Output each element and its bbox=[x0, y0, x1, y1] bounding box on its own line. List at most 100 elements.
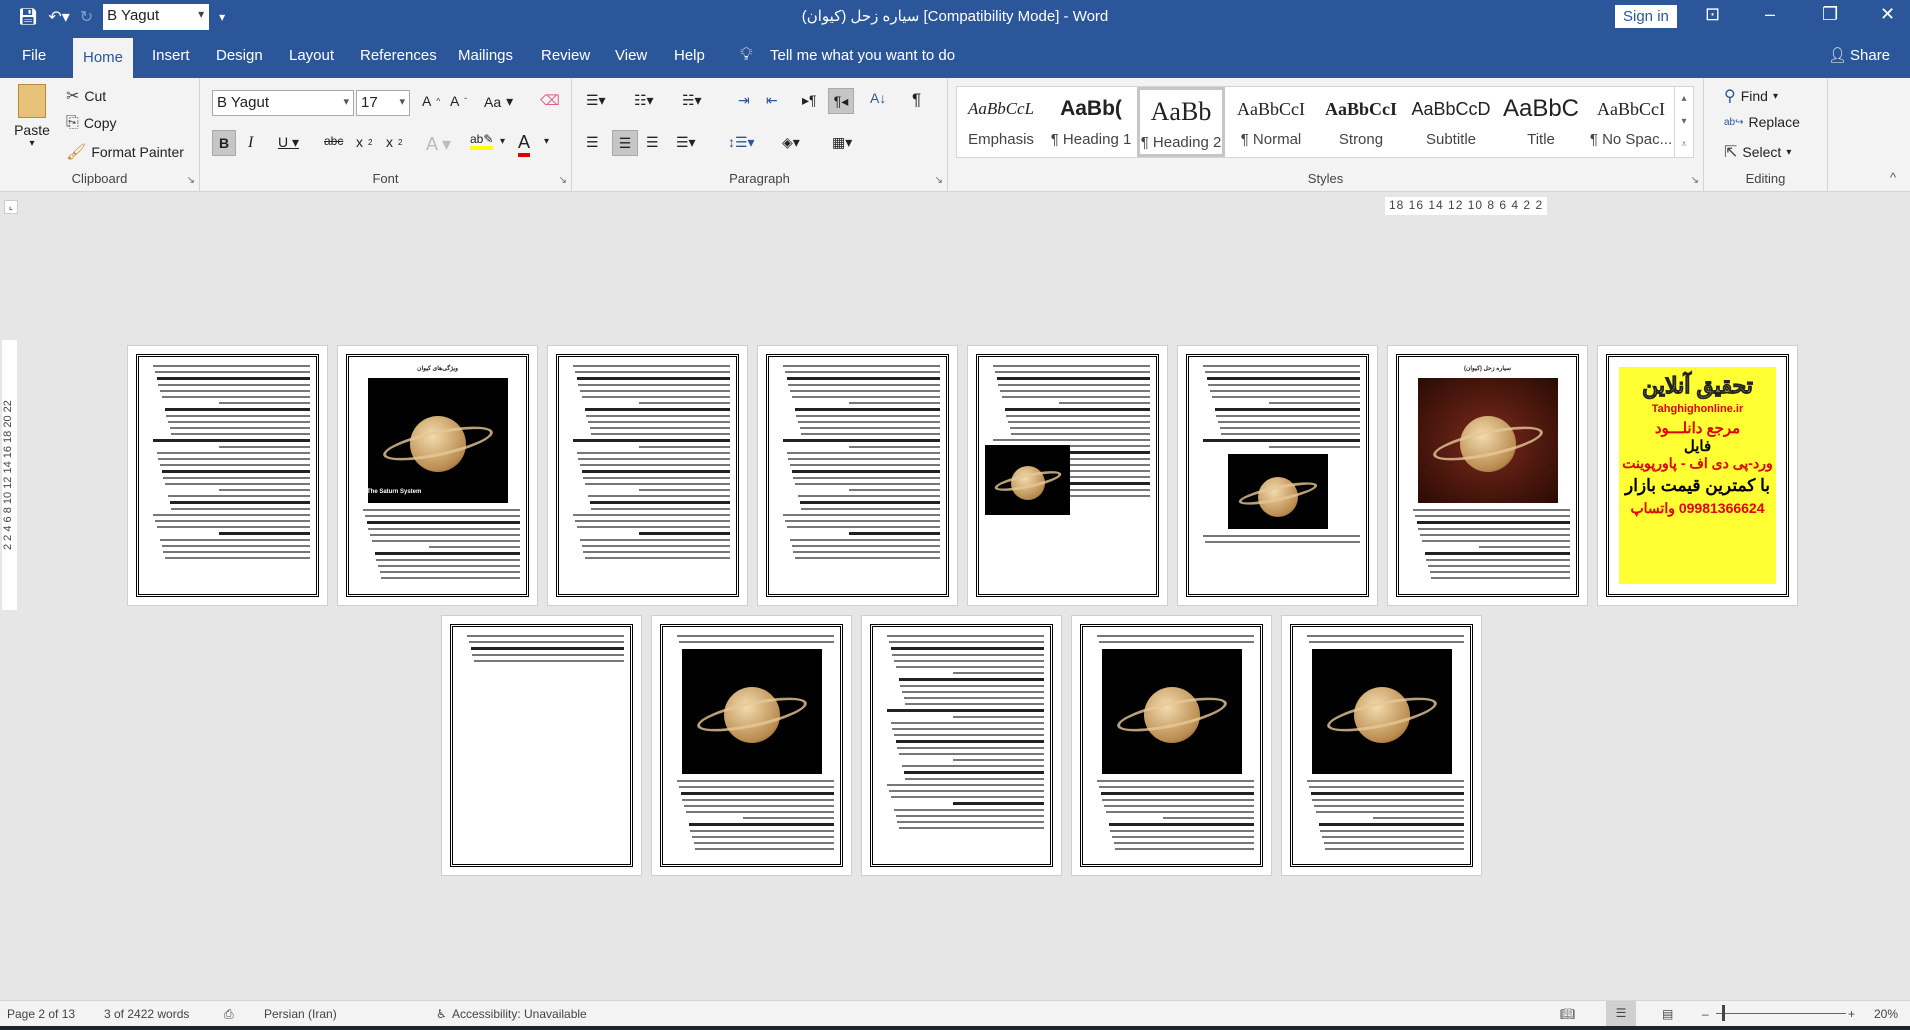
page-thumbnail[interactable]: ویژگی‌های کیوان The Saturn System bbox=[337, 345, 538, 606]
bullets-icon[interactable]: ☰▾ bbox=[586, 92, 606, 109]
style-strong[interactable]: AaBbCcI Strong bbox=[1317, 87, 1405, 157]
align-left-icon[interactable]: ☰ bbox=[586, 134, 599, 151]
page-thumbnail[interactable] bbox=[441, 615, 642, 876]
gallery-scroll[interactable]: ▴ ▾ ⩡ bbox=[1674, 86, 1694, 158]
page-thumbnail[interactable] bbox=[1177, 345, 1378, 606]
tab-home[interactable]: Home bbox=[73, 38, 134, 78]
find-button[interactable]: ⚲ Find ▾ bbox=[1724, 86, 1778, 106]
page-thumbnail[interactable] bbox=[547, 345, 748, 606]
dialog-launcher-icon[interactable]: ↘ bbox=[559, 175, 567, 186]
close-icon[interactable]: ✕ bbox=[1880, 4, 1895, 25]
zoom-slider[interactable] bbox=[1716, 1013, 1846, 1014]
tab-review[interactable]: Review bbox=[531, 34, 600, 78]
cut-button[interactable]: ✂ Cut bbox=[66, 86, 106, 106]
highlight-icon[interactable]: ab✎ bbox=[470, 132, 494, 150]
justify-icon[interactable]: ☰▾ bbox=[676, 134, 696, 151]
bold-button[interactable]: B bbox=[212, 130, 236, 156]
show-marks-icon[interactable]: ¶ bbox=[912, 90, 921, 110]
style-preview: AaBbCcD bbox=[1411, 99, 1491, 119]
restore-icon[interactable]: ❐ bbox=[1822, 4, 1838, 25]
numbering-icon[interactable]: ☷▾ bbox=[634, 92, 654, 109]
proofing-icon[interactable]: ⎙ bbox=[224, 1007, 234, 1022]
tab-file[interactable]: File bbox=[12, 34, 56, 78]
rtl-icon[interactable]: ¶◂ bbox=[828, 88, 854, 114]
decrease-indent-icon[interactable]: ⇥ bbox=[738, 92, 750, 109]
sign-in-button[interactable]: Sign in bbox=[1615, 5, 1677, 28]
style-heading-2[interactable]: AaBb ¶ Heading 2 bbox=[1137, 87, 1225, 157]
style-subtitle[interactable]: AaBbCcD Subtitle bbox=[1407, 87, 1495, 157]
zoom-level[interactable]: 20% bbox=[1874, 1007, 1898, 1021]
superscript-button[interactable]: x2 bbox=[386, 134, 402, 150]
borders-icon[interactable]: ▦▾ bbox=[832, 134, 852, 151]
line-spacing-icon[interactable]: ↕☰▾ bbox=[728, 134, 755, 151]
replace-button[interactable]: ab↪ Replace bbox=[1724, 114, 1800, 130]
zoom-out-button[interactable]: – bbox=[1702, 1007, 1709, 1021]
tab-references[interactable]: References bbox=[350, 34, 447, 78]
paste-button[interactable]: Paste ▾ bbox=[12, 84, 52, 149]
change-case-button[interactable]: Aa ▾ bbox=[484, 93, 513, 110]
dialog-launcher-icon[interactable]: ↘ bbox=[187, 175, 195, 186]
tab-layout[interactable]: Layout bbox=[279, 34, 344, 78]
align-right-icon[interactable]: ☰ bbox=[646, 134, 659, 151]
page-thumbnail[interactable] bbox=[651, 615, 852, 876]
tab-insert[interactable]: Insert bbox=[142, 34, 200, 78]
tab-design[interactable]: Design bbox=[206, 34, 273, 78]
format-painter-button[interactable]: 🖌︎ Format Painter bbox=[66, 142, 184, 162]
word-count[interactable]: 3 of 2422 words bbox=[104, 1007, 189, 1021]
tab-view[interactable]: View bbox=[605, 34, 657, 78]
text-line bbox=[1323, 842, 1464, 844]
page-thumbnail[interactable] bbox=[1281, 615, 1482, 876]
font-color-icon[interactable]: A bbox=[518, 132, 531, 157]
multilevel-list-icon[interactable]: ☵▾ bbox=[682, 92, 702, 109]
ltr-icon[interactable]: ▸¶ bbox=[802, 92, 817, 109]
font-size-combo[interactable]: 17 bbox=[356, 90, 410, 116]
copy-button[interactable]: ⎘ Copy bbox=[66, 114, 117, 132]
page-thumbnail[interactable]: سیاره زحل (کیوان) bbox=[1387, 345, 1588, 606]
style-emphasis[interactable]: AaBbCcL Emphasis bbox=[957, 87, 1045, 157]
strikethrough-button[interactable]: abc bbox=[324, 134, 343, 148]
tell-me-box[interactable]: Tell me what you want to do bbox=[760, 34, 965, 78]
shading-icon[interactable]: ◈▾ bbox=[782, 134, 800, 151]
web-layout-icon[interactable]: ▤ bbox=[1662, 1007, 1673, 1021]
page-thumbnail[interactable] bbox=[757, 345, 958, 606]
align-center-icon[interactable]: ☰ bbox=[612, 130, 638, 156]
read-mode-icon[interactable]: 📖︎ bbox=[1560, 1007, 1575, 1021]
zoom-slider-thumb[interactable] bbox=[1722, 1005, 1725, 1021]
style-no-spac[interactable]: AaBbCcI ¶ No Spac... bbox=[1587, 87, 1675, 157]
page-count[interactable]: Page 2 of 13 bbox=[7, 1007, 75, 1021]
dialog-launcher-icon[interactable]: ↘ bbox=[1691, 175, 1699, 186]
minimize-icon[interactable]: – bbox=[1765, 4, 1775, 25]
collapse-ribbon-icon[interactable]: ^ bbox=[1890, 170, 1896, 185]
page-thumbnail[interactable] bbox=[127, 345, 328, 606]
dialog-launcher-icon[interactable]: ↘ bbox=[935, 175, 943, 186]
underline-button[interactable]: U ▾ bbox=[278, 134, 299, 151]
increase-indent-icon[interactable]: ⇤ bbox=[766, 92, 778, 109]
ribbon-display-icon[interactable]: ⊡ bbox=[1705, 4, 1720, 25]
subscript-button[interactable]: x2 bbox=[356, 134, 372, 150]
grow-font-icon[interactable]: A ^ bbox=[422, 93, 440, 109]
share-button[interactable]: Share bbox=[1840, 34, 1900, 78]
accessibility-status[interactable]: Accessibility: Unavailable bbox=[452, 1007, 587, 1021]
language[interactable]: Persian (Iran) bbox=[264, 1007, 337, 1021]
vertical-ruler[interactable]: 2 2 4 6 8 10 12 14 16 18 20 22 bbox=[2, 340, 17, 610]
print-layout-icon[interactable]: ☰ bbox=[1606, 1001, 1636, 1026]
italic-button[interactable]: I bbox=[248, 134, 253, 152]
style-heading-1[interactable]: AaBb(¶ Heading 1 bbox=[1047, 87, 1135, 157]
page-thumbnail[interactable]: تحقیق آنلاین Tahghighonline.ir مرجع دانل… bbox=[1597, 345, 1798, 606]
font-name-combo[interactable]: B Yagut bbox=[212, 90, 354, 116]
select-button[interactable]: ⇱ Select ▾ bbox=[1724, 142, 1791, 162]
shrink-font-icon[interactable]: Aˇ bbox=[450, 93, 467, 109]
page-thumbnail[interactable] bbox=[861, 615, 1062, 876]
sort-icon[interactable]: A↓ bbox=[870, 90, 886, 106]
style-normal[interactable]: AaBbCcI ¶ Normal bbox=[1227, 87, 1315, 157]
horizontal-ruler[interactable]: 18 16 14 12 10 8 6 4 2 2 bbox=[1385, 197, 1548, 215]
text-effects-icon[interactable]: A ▾ bbox=[426, 134, 451, 155]
page-thumbnail[interactable] bbox=[1071, 615, 1272, 876]
tab-help[interactable]: Help bbox=[664, 34, 715, 78]
zoom-in-button[interactable]: + bbox=[1848, 1007, 1855, 1021]
clear-formatting-icon[interactable]: ⌫ bbox=[540, 92, 560, 109]
tab-selector[interactable]: ⌞ bbox=[4, 200, 18, 214]
tab-mailings[interactable]: Mailings bbox=[448, 34, 523, 78]
page-thumbnail[interactable] bbox=[967, 345, 1168, 606]
style-title[interactable]: AaBbC Title bbox=[1497, 87, 1585, 157]
